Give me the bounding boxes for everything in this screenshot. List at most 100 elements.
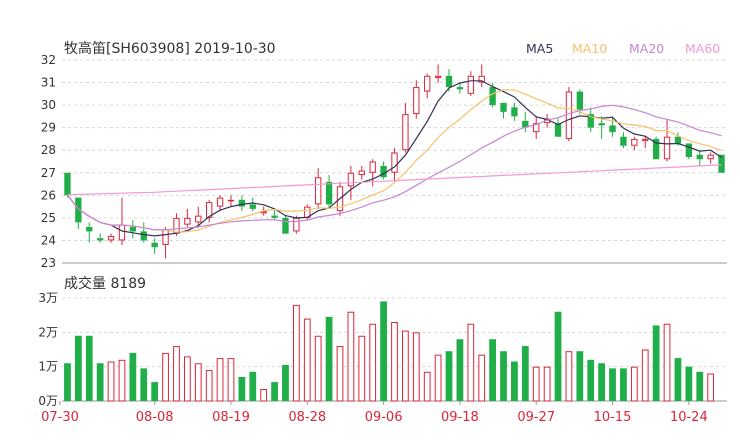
candle-body [402, 114, 409, 151]
volume-y-tick: 3万 [38, 291, 58, 305]
x-tick-label: 09-18 [441, 410, 479, 425]
volume-bar [107, 361, 115, 402]
candle [86, 222, 93, 243]
candle-body [500, 102, 507, 112]
volume-bar [293, 304, 300, 402]
volume-bar [598, 363, 606, 401]
candle-body [467, 75, 474, 94]
candle-body [173, 217, 180, 234]
candle-body [96, 238, 104, 241]
candle-body [227, 199, 235, 202]
candle-body [86, 226, 93, 232]
candle [478, 64, 485, 88]
candle [424, 73, 431, 99]
volume-y-axis: 0万 1万 2万 3万 [38, 291, 58, 408]
volume-bar [391, 322, 398, 402]
candle [631, 136, 638, 151]
volume-bar [325, 316, 333, 401]
candle [434, 64, 442, 83]
candle-body [238, 199, 246, 207]
candle [620, 132, 627, 148]
volume-bar [151, 382, 159, 401]
candle-body [576, 91, 583, 110]
candle-body [511, 107, 518, 117]
price-y-tick: 24 [41, 233, 56, 247]
volume-bar [282, 364, 289, 401]
volume-bar [183, 356, 191, 402]
volume-bar [543, 366, 551, 402]
volume-bar [129, 352, 137, 401]
volume-bar [620, 368, 627, 401]
candle [358, 166, 365, 180]
candle [642, 136, 649, 148]
candle-body [674, 136, 682, 144]
candle-body [434, 75, 442, 79]
volume-bar [249, 371, 257, 401]
volume-bar [205, 370, 213, 402]
candle-body [216, 197, 224, 207]
candle [707, 152, 714, 164]
chart-title: 牧高笛[SH603908] 2019-10-30 [64, 40, 276, 57]
volume-bar [140, 368, 148, 401]
volume-bar [674, 358, 682, 401]
volume-bar [380, 301, 387, 401]
volume-bar [456, 339, 464, 401]
volume-bar [118, 359, 126, 402]
volume-title: 成交量 8189 [64, 275, 146, 292]
candle-body [663, 136, 671, 160]
candle [184, 208, 191, 227]
volume-bar [489, 339, 496, 401]
x-tick-label: 09-06 [365, 410, 403, 425]
candle-body [118, 224, 126, 241]
candle-body [554, 123, 562, 137]
stock-chart: 牧高笛[SH603908] 2019-10-30 MA5 MA10 MA20 M… [38, 40, 727, 425]
candle-body [424, 75, 431, 92]
candle [663, 118, 671, 162]
volume-bar [74, 335, 82, 401]
candle-body [107, 235, 115, 241]
legend-ma5: MA5 [526, 41, 553, 56]
x-tick-label: 10-24 [670, 410, 708, 425]
candle [107, 233, 115, 243]
candle [718, 154, 725, 173]
candle [696, 150, 703, 167]
volume-bar [532, 366, 540, 402]
volume-bar [478, 354, 486, 402]
candle-body [358, 170, 365, 176]
price-y-tick: 26 [41, 188, 56, 202]
price-y-tick: 28 [41, 143, 56, 157]
legend-ma20: MA20 [629, 41, 664, 56]
price-y-tick: 29 [41, 121, 56, 135]
volume-bar [434, 354, 442, 402]
x-tick-label: 07-30 [41, 410, 79, 425]
volume-bar [303, 318, 311, 402]
price-y-tick: 30 [41, 98, 56, 112]
candle [380, 161, 387, 180]
candle-body [293, 217, 300, 232]
candle-body [151, 242, 158, 248]
volume-bar [314, 335, 322, 402]
volume-bars [64, 301, 715, 402]
volume-bar [85, 335, 93, 401]
candle [587, 107, 594, 133]
candle-body [271, 215, 278, 218]
candle-body [195, 215, 202, 223]
candle [249, 197, 256, 212]
candle-body [685, 143, 693, 157]
candle-body [162, 229, 169, 245]
candle [282, 215, 289, 234]
candle [162, 226, 169, 259]
volume-bar [500, 351, 507, 401]
volume-bar [96, 363, 104, 401]
x-tick-label: 09-27 [517, 410, 555, 425]
candle-body [642, 138, 649, 142]
x-tick-label: 08-19 [212, 410, 250, 425]
volume-bar [445, 351, 453, 401]
candle [652, 136, 660, 160]
volume-y-tick: 1万 [38, 360, 58, 374]
x-tick-label: 10-15 [594, 410, 632, 425]
volume-bar [652, 325, 660, 401]
volume-bar [402, 330, 409, 402]
price-y-tick: 31 [41, 76, 56, 90]
price-y-tick: 25 [41, 211, 56, 225]
